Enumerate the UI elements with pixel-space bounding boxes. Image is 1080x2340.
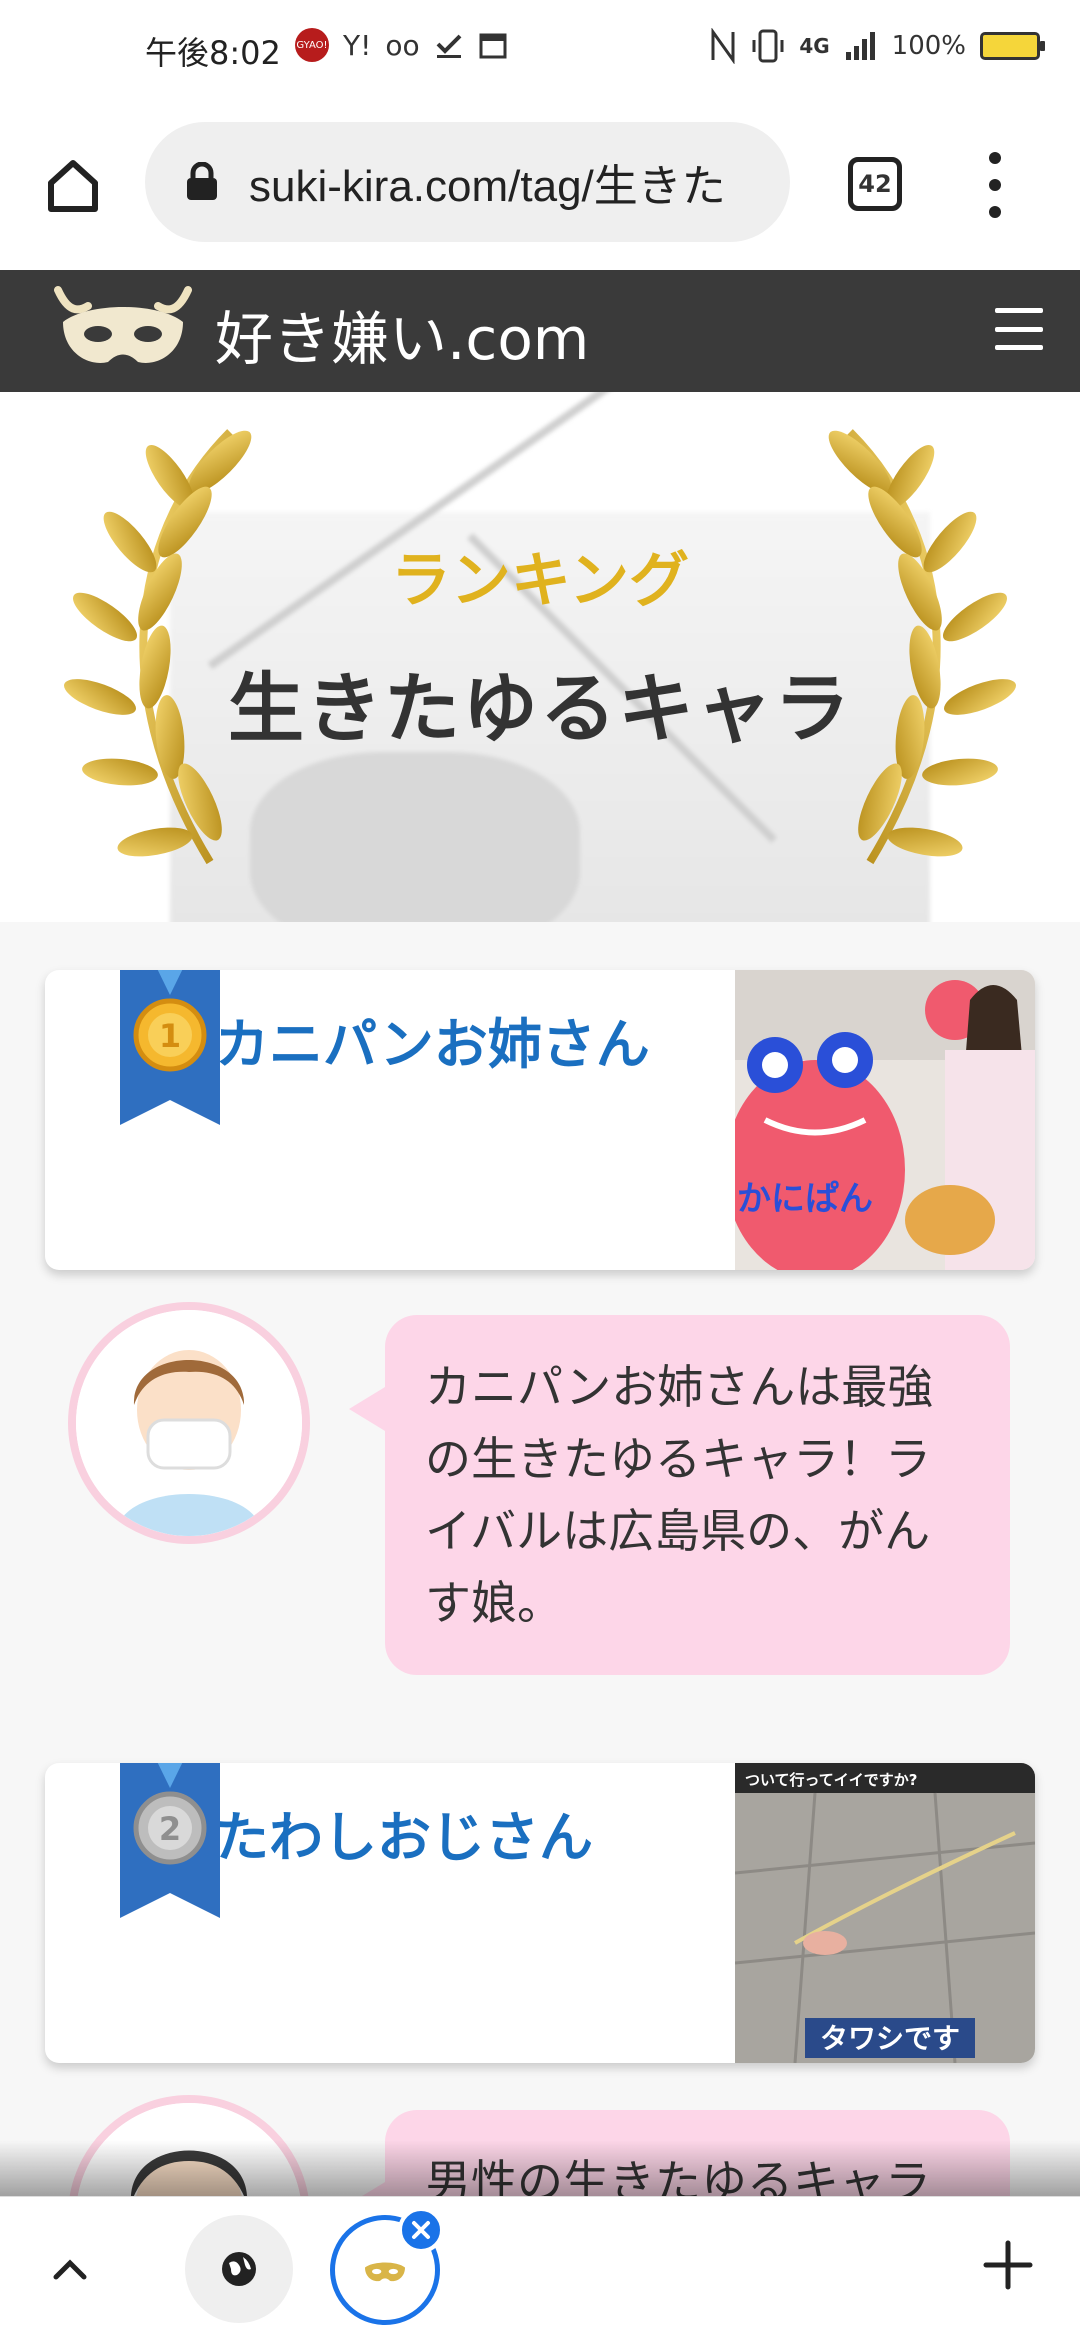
site-name[interactable]: 好き嫌い.com — [215, 292, 589, 376]
comment-bubble: カニパンお姉さんは最強の生きたゆるキャラ！ライバルは広島県の、がんす娘。 — [349, 1315, 1010, 1675]
mascot-sign-text: かにぱん — [737, 1179, 873, 1219]
close-icon — [412, 2221, 430, 2239]
crab-mascot-image: かにぱん — [735, 970, 1035, 1270]
notification-icons: GYAO! Y! oo — [295, 28, 508, 62]
menu-line — [995, 308, 1043, 313]
close-tab-button[interactable] — [398, 2207, 444, 2253]
tab-group-bar — [0, 2196, 1080, 2340]
check-icon — [436, 34, 462, 58]
chevron-up-icon[interactable] — [50, 2249, 90, 2289]
status-bar: 午後8:02 GYAO! Y! oo 4G 100% — [0, 0, 1080, 100]
network-type: 4G — [799, 34, 830, 58]
calendar-icon — [479, 33, 507, 59]
ranking-card-2[interactable]: たわしおじさん ついて行ってイイですか? タワシです 2 — [45, 1763, 1035, 2063]
ranking-card-1[interactable]: カニパンお姉さん かにぱん 1 — [45, 970, 1035, 1270]
ranking-label: ランキング — [390, 546, 690, 616]
battery-icon — [980, 32, 1045, 60]
home-button[interactable] — [38, 150, 108, 220]
rank-thumbnail[interactable]: かにぱん — [735, 970, 1035, 1270]
hamburger-menu-button[interactable] — [995, 308, 1043, 350]
bottom-shade — [0, 2140, 1080, 2196]
rank-number: 2 — [159, 1810, 181, 1848]
tv-banner-text: ついて行ってイイですか? — [745, 1771, 918, 1789]
page-title: 生きたゆるキャラ — [228, 664, 852, 753]
tawashi-scene-image: ついて行ってイイですか? タワシです — [735, 1763, 1035, 2063]
status-time: 午後8:02 — [145, 34, 281, 72]
home-icon — [48, 160, 98, 212]
lock-icon — [187, 162, 217, 200]
mask-logo-icon — [365, 2262, 405, 2282]
voicemail-icon: oo — [385, 28, 420, 62]
dot-icon — [989, 152, 1001, 164]
menu-line — [995, 345, 1043, 350]
url-text: suki-kira.com/tag/生きた — [249, 162, 726, 211]
dot-icon — [989, 179, 1001, 191]
ranking-hero: ランキング 生きたゆるキャラ — [0, 392, 1080, 922]
tv-caption-text: タワシです — [820, 2022, 960, 2055]
url-bar[interactable]: suki-kira.com/tag/生きた — [145, 122, 790, 242]
dot-icon — [989, 206, 1001, 218]
rank-number: 1 — [159, 1017, 181, 1055]
battery-percent: 100% — [891, 31, 966, 61]
rank-item-name[interactable]: たわしおじさん — [215, 1793, 593, 1872]
silver-medal-icon: 2 — [120, 1763, 220, 1918]
browser-toolbar: suki-kira.com/tag/生きた 42 — [0, 100, 1080, 270]
yahoo-icon: Y! — [343, 28, 372, 62]
vibrate-icon — [752, 29, 784, 63]
system-icons: 4G 100% — [709, 28, 1045, 64]
rank-thumbnail[interactable]: ついて行ってイイですか? タワシです — [735, 1763, 1035, 2063]
browser-menu-button[interactable] — [975, 152, 1015, 218]
tab-switcher-button[interactable]: 42 — [848, 157, 902, 211]
user-avatar-icon — [76, 1310, 302, 1536]
globe-icon — [222, 2252, 256, 2286]
signal-icon — [845, 32, 875, 60]
mask-logo-icon[interactable] — [48, 282, 198, 377]
rank-item-name[interactable]: カニパンお姉さん — [215, 1000, 650, 1079]
gyao-icon: GYAO! — [295, 28, 329, 62]
new-tab-plus-icon[interactable] — [980, 2237, 1036, 2293]
commenter-avatar — [68, 1302, 310, 1544]
tab-group-globe-button[interactable] — [185, 2215, 293, 2323]
menu-line — [995, 326, 1043, 332]
site-header: 好き嫌い.com — [0, 270, 1080, 392]
gold-medal-icon: 1 — [120, 970, 220, 1125]
nfc-icon — [711, 28, 735, 64]
